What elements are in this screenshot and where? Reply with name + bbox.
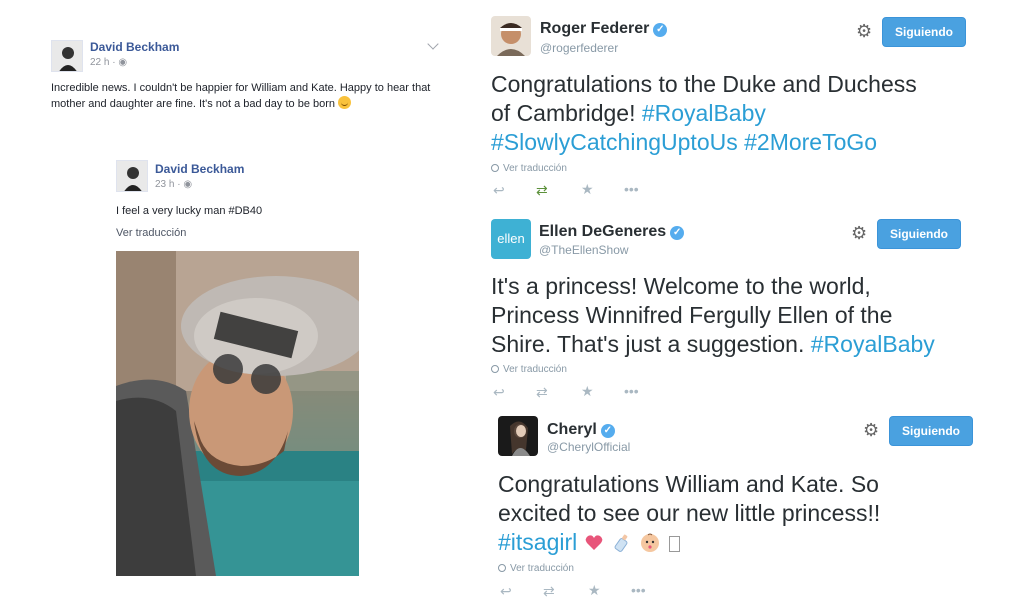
- favorite-icon[interactable]: ★: [588, 583, 601, 597]
- account-name[interactable]: Ellen DeGeneres ✓: [539, 223, 685, 241]
- translate-text: Ver traducción: [503, 364, 567, 375]
- gear-icon[interactable]: ⚙: [856, 22, 872, 40]
- tweet-line-text: of Cambridge!: [491, 100, 642, 126]
- ellen-logo: ellen: [497, 231, 525, 246]
- verified-badge-icon: ✓: [653, 23, 668, 37]
- account-name[interactable]: Roger Federer ✓: [540, 20, 668, 38]
- post-text-content: Incredible news. I couldn't be happier f…: [51, 82, 431, 110]
- gear-icon[interactable]: ⚙: [863, 421, 879, 439]
- translate-text: Ver traducción: [510, 563, 574, 574]
- account-handle[interactable]: @TheEllenShow: [539, 243, 629, 257]
- account-handle[interactable]: @rogerfederer: [540, 41, 618, 55]
- hashtag-link[interactable]: #RoyalBaby: [642, 100, 766, 126]
- tweet-text: Congratulations to the Duke and Duchess …: [491, 70, 991, 157]
- tweet-line: #itsagirl: [498, 528, 998, 557]
- tweet-line: Congratulations to the Duke and Duchess: [491, 71, 917, 97]
- account-name[interactable]: Cheryl ✓: [547, 421, 615, 439]
- gear-icon[interactable]: ⚙: [851, 224, 867, 242]
- tweet-line: Princess Winnifred Fergully Ellen of the: [491, 302, 893, 328]
- translate-link[interactable]: Ver traducción: [491, 163, 567, 174]
- following-button[interactable]: Siguiendo: [889, 416, 973, 446]
- retweet-icon[interactable]: ⇄: [543, 584, 555, 598]
- tweet-line: It's a princess! Welcome to the world,: [491, 273, 871, 299]
- avatar[interactable]: [491, 16, 531, 56]
- hashtag-link[interactable]: #itsagirl: [498, 529, 577, 555]
- account-name-text: Ellen DeGeneres: [539, 223, 667, 240]
- tweet-line: of Cambridge! #RoyalBaby: [491, 99, 991, 128]
- tweet-line: Shire. That's just a suggestion. #RoyalB…: [491, 330, 991, 359]
- tweet-line: Congratulations William and Kate. So: [498, 471, 879, 497]
- avatar[interactable]: [51, 40, 83, 72]
- globe-icon: · ◉: [112, 57, 128, 68]
- hashtag-link[interactable]: #SlowlyCatchingUptoUs #2MoreToGo: [491, 128, 991, 157]
- post-photo[interactable]: [116, 251, 359, 576]
- account-name-text: Cheryl: [547, 421, 597, 438]
- tweet-text: Congratulations William and Kate. So exc…: [498, 470, 998, 557]
- tweet-line: excited to see our new little princess!!: [498, 500, 881, 526]
- hashtag-link[interactable]: #RoyalBaby: [811, 331, 935, 357]
- account-handle[interactable]: @CherylOfficial: [547, 440, 630, 454]
- verified-badge-icon: ✓: [600, 424, 615, 438]
- post-text: Incredible news. I couldn't be happier f…: [51, 80, 446, 112]
- winking-face-icon: [338, 96, 352, 109]
- missing-glyph-box: [668, 536, 680, 552]
- globe-icon: [491, 164, 499, 172]
- globe-icon: [498, 564, 506, 572]
- following-button[interactable]: Siguiendo: [882, 17, 966, 47]
- tweet-text: It's a princess! Welcome to the world, P…: [491, 272, 991, 359]
- account-name-text: Roger Federer: [540, 20, 650, 37]
- author-name[interactable]: David Beckham: [90, 40, 179, 54]
- globe-icon: · ◉: [177, 179, 193, 190]
- avatar[interactable]: ellen: [491, 219, 531, 259]
- more-icon[interactable]: •••: [624, 384, 639, 398]
- baby-bottle-icon: [614, 534, 628, 552]
- baby-face-icon: [641, 533, 660, 552]
- avatar[interactable]: [498, 416, 538, 456]
- translate-link[interactable]: Ver traducción: [498, 563, 574, 574]
- reply-icon[interactable]: ↩: [493, 385, 505, 399]
- reply-icon[interactable]: ↩: [493, 183, 505, 197]
- translate-text: Ver traducción: [503, 163, 567, 174]
- timestamp-text: 23 h: [155, 179, 175, 190]
- heart-icon: [585, 535, 602, 550]
- favorite-icon[interactable]: ★: [581, 384, 594, 398]
- author-name[interactable]: David Beckham: [155, 162, 244, 176]
- translate-link[interactable]: Ver traducción: [491, 364, 567, 375]
- tweet-line-text: Shire. That's just a suggestion.: [491, 331, 811, 357]
- retweet-icon[interactable]: ⇄: [536, 183, 548, 197]
- more-icon[interactable]: •••: [631, 583, 646, 597]
- following-button[interactable]: Siguiendo: [877, 219, 961, 249]
- more-icon[interactable]: •••: [624, 182, 639, 196]
- post-text: I feel a very lucky man #DB40: [116, 205, 263, 217]
- globe-icon: [491, 365, 499, 373]
- post-timestamp[interactable]: 23 h · ◉: [155, 179, 192, 190]
- post-timestamp[interactable]: 22 h · ◉: [90, 57, 127, 68]
- favorite-icon[interactable]: ★: [581, 182, 594, 196]
- timestamp-text: 22 h: [90, 57, 110, 68]
- translate-link[interactable]: Ver traducción: [116, 227, 186, 239]
- reply-icon[interactable]: ↩: [500, 584, 512, 598]
- retweet-icon[interactable]: ⇄: [536, 385, 548, 399]
- avatar[interactable]: [116, 160, 148, 192]
- chevron-down-icon[interactable]: [427, 38, 439, 50]
- verified-badge-icon: ✓: [670, 226, 685, 240]
